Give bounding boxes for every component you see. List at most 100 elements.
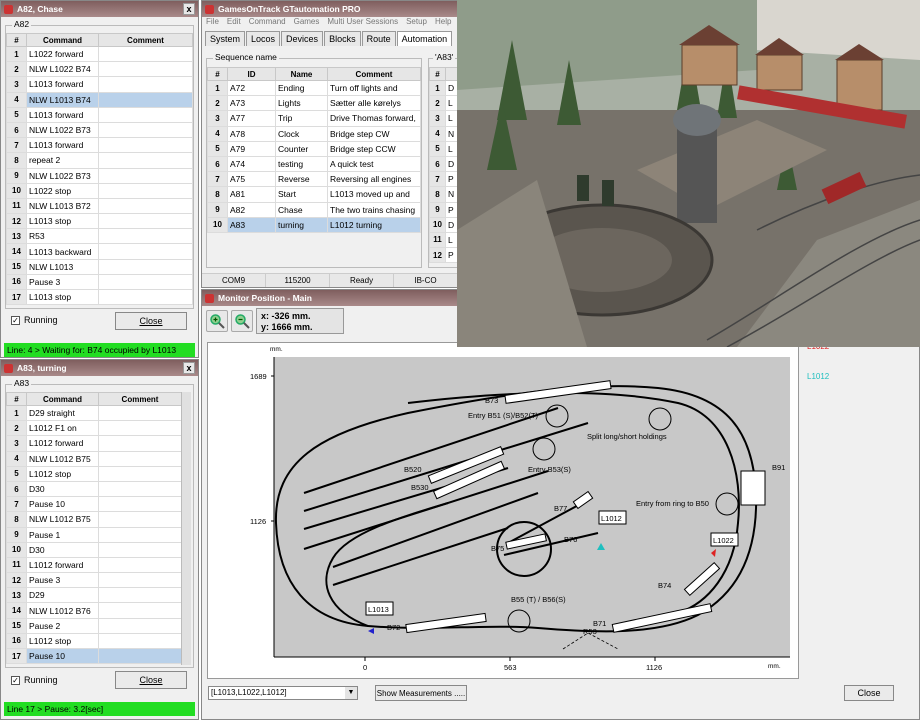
row-number[interactable]: 1: [207, 79, 228, 97]
command-cell[interactable]: L1013 forward: [26, 106, 99, 123]
table-row[interactable]: 4 NLW L1012 B75: [6, 450, 182, 467]
sequence-row[interactable]: 5 A79 Counter Bridge step CCW: [207, 140, 421, 157]
comment-cell[interactable]: [98, 137, 193, 154]
row-number[interactable]: 3: [429, 110, 446, 127]
row-number[interactable]: 9: [6, 526, 27, 543]
comment-cell[interactable]: [98, 647, 182, 665]
command-cell[interactable]: D29 straight: [26, 404, 99, 422]
row-number[interactable]: 8: [6, 511, 27, 528]
col-header[interactable]: #: [6, 392, 27, 406]
sequence-row[interactable]: 8 A81 Start L1013 moved up and: [207, 186, 421, 203]
comment-cell[interactable]: [98, 121, 193, 139]
row-number[interactable]: 11: [6, 197, 27, 215]
comment-cell[interactable]: [98, 632, 182, 650]
row-number[interactable]: 14: [6, 602, 27, 619]
command-cell[interactable]: D30: [26, 480, 99, 498]
table-row[interactable]: 11 NLW L1013 B72: [6, 197, 193, 215]
table-row[interactable]: 2 NLW L1022 B74: [6, 61, 193, 78]
detail-row[interactable]: 5L: [429, 140, 458, 157]
row-number[interactable]: 2: [6, 61, 27, 78]
table-row[interactable]: 16 Pause 3: [6, 273, 193, 291]
detail-row[interactable]: 1D: [429, 79, 458, 97]
command-cell[interactable]: N: [445, 125, 458, 142]
detail-row[interactable]: 10 D: [429, 216, 458, 233]
command-cell[interactable]: L1013 backward: [26, 243, 99, 260]
command-cell[interactable]: repeat 2: [26, 152, 99, 169]
col-header[interactable]: Comment: [327, 67, 421, 81]
comment-cell[interactable]: [98, 106, 193, 123]
table-row[interactable]: 16 L1012 stop: [6, 632, 182, 650]
col-header[interactable]: Comment: [98, 33, 193, 47]
menu-item[interactable]: Multi User Sessions: [327, 17, 398, 30]
name-cell[interactable]: Clock: [275, 125, 328, 142]
row-number[interactable]: 6: [429, 155, 446, 173]
command-cell[interactable]: R53: [26, 228, 99, 245]
tab-automation[interactable]: Automation: [396, 31, 453, 46]
table-row[interactable]: 6 D30: [6, 480, 182, 498]
command-cell[interactable]: D29: [26, 587, 99, 604]
row-number[interactable]: 11: [6, 556, 27, 574]
sequence-row[interactable]: 7 A75 Reverse Reversing all engines: [207, 171, 421, 188]
table-row[interactable]: 1 D29 straight: [6, 404, 182, 422]
tab-blocks[interactable]: Blocks: [324, 31, 361, 46]
tab-route[interactable]: Route: [361, 31, 396, 46]
command-cell[interactable]: NLW L1012 B75: [26, 511, 99, 528]
row-number[interactable]: 1: [6, 45, 27, 63]
col-header[interactable]: ID: [227, 67, 276, 81]
row-number[interactable]: 4: [207, 125, 228, 142]
sequence-row[interactable]: 6 A74 testing A quick test: [207, 155, 421, 173]
command-cell[interactable]: L1012 stop: [26, 465, 99, 482]
table-row[interactable]: 3 L1013 forward: [6, 76, 193, 93]
table-row[interactable]: 10 L1022 stop: [6, 182, 193, 199]
command-cell[interactable]: D: [445, 216, 458, 233]
row-number[interactable]: 14: [6, 243, 27, 260]
show-measurements-button[interactable]: Show Measurements .....: [375, 685, 467, 701]
row-number[interactable]: 8: [207, 186, 228, 203]
comment-cell[interactable]: [98, 420, 182, 437]
row-number[interactable]: 5: [6, 465, 27, 482]
sequence-row[interactable]: 10 A83 turning L1012 turning: [207, 216, 421, 233]
command-cell[interactable]: D: [445, 79, 458, 97]
id-cell[interactable]: A74: [227, 155, 276, 173]
table-row[interactable]: 5 L1013 forward: [6, 106, 193, 123]
id-cell[interactable]: A81: [227, 186, 276, 203]
table-row[interactable]: 15 NLW L1013: [6, 258, 193, 275]
col-header[interactable]: #: [429, 67, 446, 81]
detail-row[interactable]: 11 L: [429, 231, 458, 249]
comment-cell[interactable]: [98, 76, 193, 93]
table-row[interactable]: 17 L1013 stop: [6, 288, 193, 306]
command-cell[interactable]: N: [445, 186, 458, 203]
row-number[interactable]: 16: [6, 273, 27, 291]
comment-cell[interactable]: [98, 602, 182, 619]
col-header[interactable]: #: [6, 33, 27, 47]
id-cell[interactable]: A72: [227, 79, 276, 97]
running-checkbox[interactable]: ✓ Running: [11, 675, 58, 685]
comment-cell[interactable]: [98, 496, 182, 513]
row-number[interactable]: 3: [207, 110, 228, 127]
command-cell[interactable]: D: [445, 155, 458, 173]
name-cell[interactable]: Start: [275, 186, 328, 203]
table-row[interactable]: 8 NLW L1012 B75: [6, 511, 182, 528]
row-number[interactable]: 5: [207, 140, 228, 157]
table-row[interactable]: 7 L1013 forward: [6, 137, 193, 154]
id-cell[interactable]: A75: [227, 171, 276, 188]
comment-cell[interactable]: [98, 228, 193, 245]
tab-system[interactable]: System: [205, 31, 246, 46]
tab-locos[interactable]: Locos: [246, 31, 281, 46]
command-cell[interactable]: NLW L1022 B73: [26, 167, 99, 184]
table-row[interactable]: 7 Pause 10: [6, 496, 182, 513]
command-cell[interactable]: L1012 stop: [26, 632, 99, 650]
detail-row[interactable]: 7P: [429, 171, 458, 188]
command-cell[interactable]: NLW L1012 B76: [26, 602, 99, 619]
table-row[interactable]: 15 Pause 2: [6, 617, 182, 634]
name-cell[interactable]: Counter: [275, 140, 328, 157]
table-row[interactable]: 10 D30: [6, 541, 182, 558]
sequence-row[interactable]: 2 A73 Lights Sætter alle kørelys: [207, 95, 421, 112]
command-cell[interactable]: L1013 stop: [26, 213, 99, 230]
monitor-close-button[interactable]: Close: [844, 685, 894, 701]
chevron-down-icon[interactable]: ▼: [345, 687, 357, 699]
command-table[interactable]: # Command Comment 1 L1022 forward 2 NLW L1022…: [6, 33, 193, 306]
command-cell[interactable]: L1012 forward: [26, 435, 99, 452]
scrollbar[interactable]: [181, 392, 191, 665]
detail-table[interactable]: # 1 D 2 L 3 L 4 N 5 L 6 D 7 P 8 N 9 P 10 D 11 L 12 P: [429, 67, 458, 264]
